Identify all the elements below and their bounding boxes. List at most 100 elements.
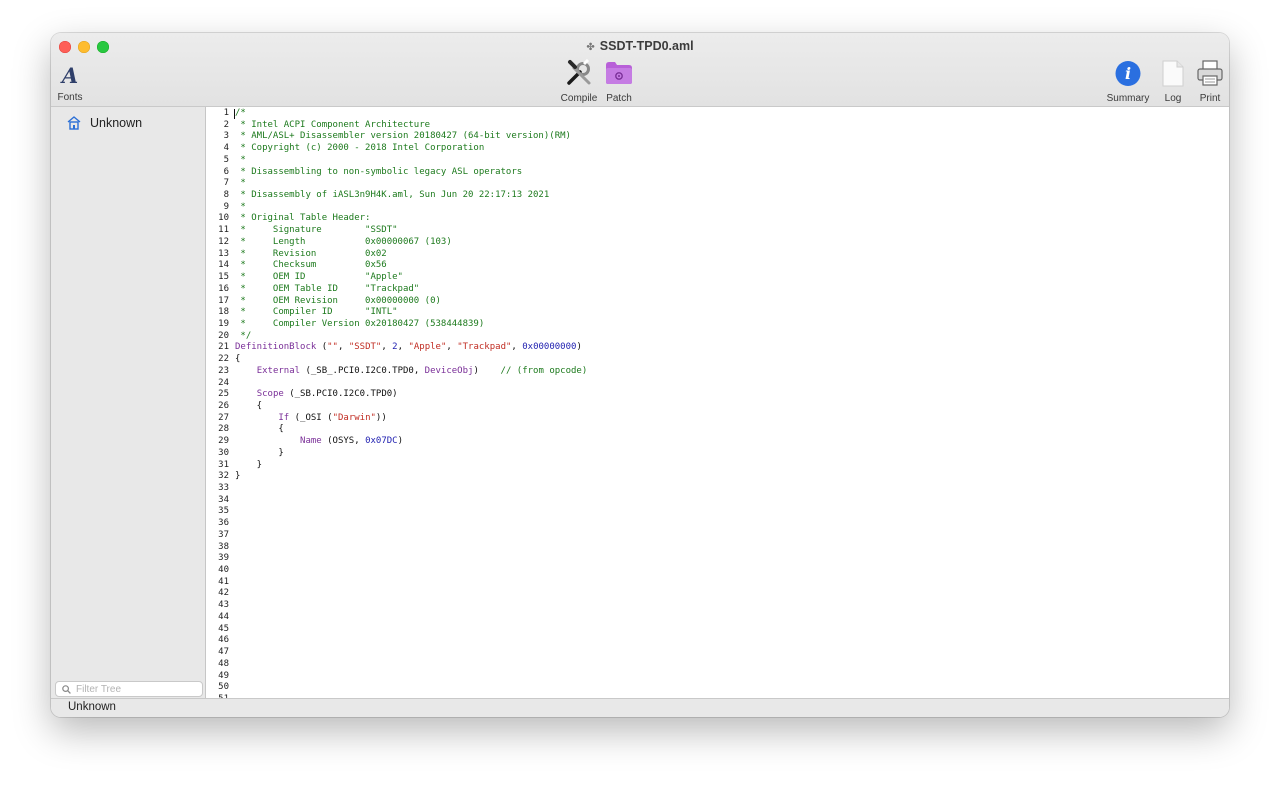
code-text[interactable]: /* * Intel ACPI Component Architecture *… [235,108,587,483]
code-line: * Intel ACPI Component Architecture [235,120,587,132]
line-number: 1 [223,108,229,118]
code-line: { [235,424,587,436]
code-token: "Darwin" [332,412,376,423]
code-line: * AML/ASL+ Disassembler version 20180427… [235,131,587,143]
line-number: 32 [218,471,229,482]
code-line: } [235,448,587,460]
code-token: { [235,424,284,435]
code-token: } [235,459,263,470]
code-line: * Disassembly of iASL3n9H4K.aml, Sun Jun… [235,190,587,202]
line-number: 18 [218,307,229,318]
app-window: ✤ SSDT-TPD0.aml A Fonts Compile Patch i … [51,33,1229,717]
code-token: ( [316,342,328,353]
code-token: * OEM ID "Apple" [235,272,403,283]
line-number: 15 [218,272,229,283]
line-number: 40 [218,565,229,576]
code-line: * Checksum 0x56 [235,260,587,272]
line-number: 48 [218,658,229,669]
code-token: "" [327,342,338,353]
code-token: ) [397,436,404,447]
line-number: 10 [218,213,229,224]
code-token: { [235,400,263,411]
line-number: 35 [218,506,229,517]
log-button[interactable]: Log [1159,60,1187,104]
print-label: Print [1199,93,1221,104]
fonts-button[interactable]: A Fonts [55,63,85,103]
tree-item-unknown[interactable]: Unknown [67,116,142,130]
code-token: , [446,342,458,353]
code-line: * OEM Table ID "Trackpad" [235,284,587,296]
line-number: 43 [218,600,229,611]
line-number: 30 [218,447,229,458]
code-line: * OEM ID "Apple" [235,272,587,284]
code-token: * Original Table Header: [235,213,371,224]
patch-folder-icon [605,59,633,88]
code-line: * Disassembling to non-symbolic legacy A… [235,167,587,179]
line-number: 14 [218,260,229,271]
status-text: Unknown [68,701,116,713]
code-token: , [511,342,523,353]
line-number: 33 [218,483,229,493]
code-line: * Copyright (c) 2000 - 2018 Intel Corpor… [235,143,587,155]
code-token: * Compiler Version 0x20180427 (538444839… [235,318,485,329]
code-line: Scope (_SB.PCI0.I2C0.TPD0) [235,389,587,401]
line-number: 4 [223,143,229,154]
code-token: * Revision 0x02 [235,248,387,259]
document-page-icon [1162,60,1184,90]
code-token: 0x00000000 [522,342,577,353]
code-token: Name [300,436,322,447]
line-number: 16 [218,283,229,294]
line-number: 49 [218,670,229,681]
document-icon: ✤ [586,42,595,53]
code-token: "Apple" [408,342,447,353]
line-number: 7 [223,178,229,189]
code-token: */ [235,330,252,341]
line-number: 11 [218,225,229,236]
patch-button[interactable]: Patch [601,59,637,104]
code-token: DefinitionBlock [235,342,317,353]
code-token: Scope [256,389,284,400]
tree-item-label: Unknown [90,116,143,130]
window-title: ✤ SSDT-TPD0.aml [51,39,1229,53]
compile-button[interactable]: Compile [557,58,601,104]
line-number: 39 [218,553,229,564]
print-button[interactable]: Print [1194,60,1226,104]
line-number: 20 [218,330,229,341]
line-number: 44 [218,611,229,622]
line-number: 36 [218,518,229,529]
line-number: 23 [218,365,229,376]
search-icon [62,684,71,694]
code-line: */ [235,331,587,343]
code-token: } [235,471,241,482]
status-bar: Unknown [51,698,1229,717]
code-line: * Compiler Version 0x20180427 (538444839… [235,319,587,331]
compile-label: Compile [560,93,598,104]
printer-icon [1197,60,1223,90]
code-line: /* [235,108,587,120]
code-token: External [256,365,301,376]
summary-label: Summary [1106,93,1150,104]
code-token: * AML/ASL+ Disassembler version 20180427… [235,131,571,142]
filter-tree-input[interactable]: Filter Tree [55,681,203,697]
line-number: 2 [223,119,229,130]
line-number: 29 [218,436,229,447]
summary-button[interactable]: i Summary [1103,61,1153,104]
code-token: { [235,354,241,365]
line-number: 34 [218,494,229,505]
line-number: 47 [218,647,229,658]
code-line: External (_SB_.PCI0.I2C0.TPD0, DeviceObj… [235,365,588,378]
code-token: * OEM Table ID "Trackpad" [235,283,420,294]
info-icon: i [1115,61,1141,86]
line-number: 46 [218,635,229,646]
code-token: )) [375,412,387,423]
line-number: 27 [218,412,229,423]
log-label: Log [1164,93,1182,104]
code-token: * Signature "SSDT" [235,225,398,236]
code-token: * Intel ACPI Component Architecture [235,119,431,130]
code-editor[interactable]: 1 2 3 4 5 6 7 8 9 10 11 12 13 14 15 16 17 18 19 20 21 22 23 24 2… [206,107,1229,698]
line-number: 25 [218,389,229,400]
line-number: 13 [218,248,229,259]
code-line: { [235,354,587,366]
code-token: * OEM Revision 0x00000000 (0) [235,295,441,306]
